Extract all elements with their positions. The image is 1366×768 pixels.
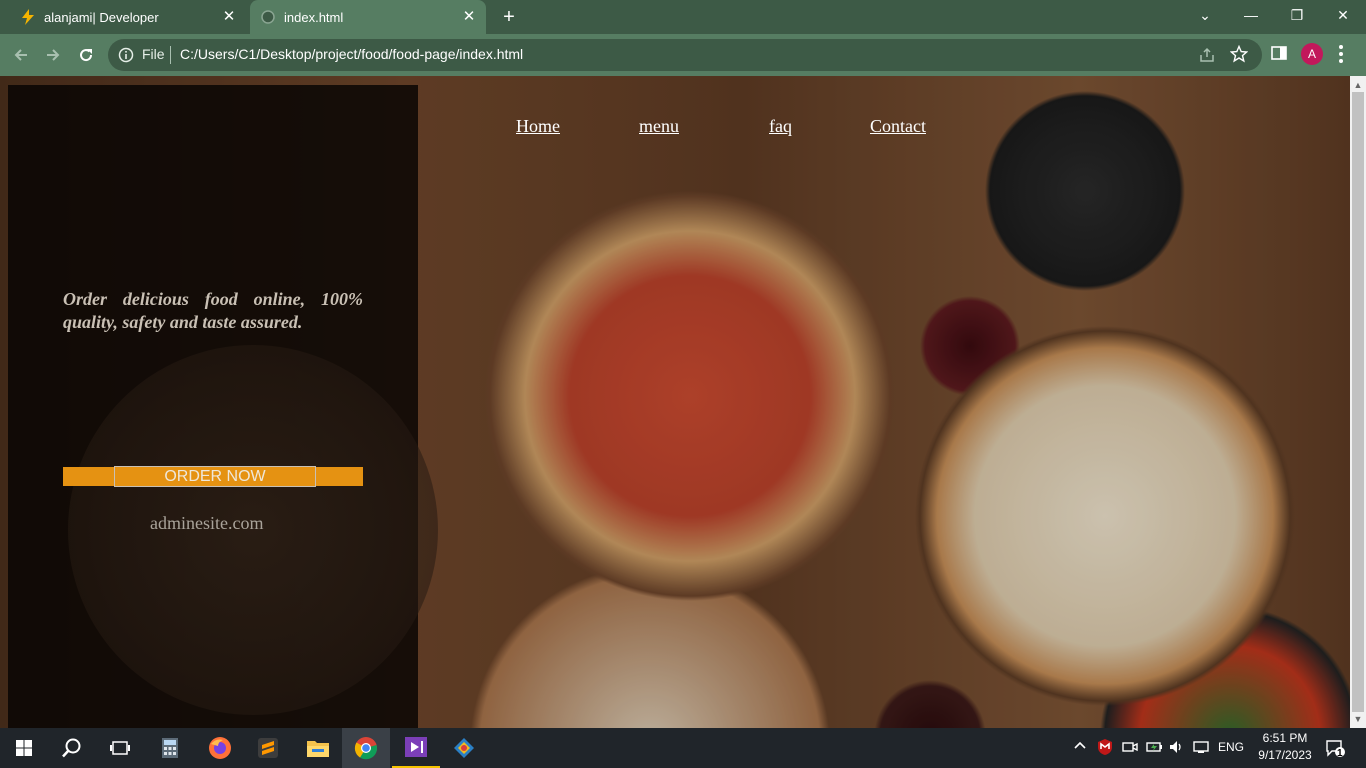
system-clock[interactable]: 6:51 PM 9/17/2023 [1250,730,1320,764]
tray-overflow-icon[interactable] [1073,738,1087,755]
avatar[interactable]: A [1301,43,1323,65]
tab-index[interactable]: index.html ✕ [250,0,486,34]
tab-search-button[interactable]: ⌄ [1182,0,1228,30]
network-icon[interactable] [1193,739,1209,758]
side-panel-icon[interactable] [1270,44,1288,62]
scrollbar-thumb[interactable] [1352,92,1364,712]
notification-count-badge: 1 [1337,748,1343,759]
bolt-icon [20,9,36,25]
close-window-button[interactable]: ✕ [1320,0,1366,30]
site-name: adminesite.com [150,513,264,533]
share-icon[interactable] [1198,46,1216,64]
hero-tagline: Order delicious food online, 100% qualit… [63,289,363,332]
minimize-button[interactable]: — [1228,0,1274,30]
nav-link-faq[interactable]: faq [769,116,792,137]
tab-alanjami[interactable]: alanjami| Developer ✕ [8,0,246,34]
url-text[interactable]: C:/Users/C1/Desktop/project/food/food-pa… [180,46,523,62]
vertical-scrollbar[interactable]: ▲ ▼ [1350,76,1366,728]
calculator-icon[interactable] [146,728,194,768]
chrome-icon[interactable] [342,728,390,768]
url-scheme: File [142,46,165,62]
order-now-button[interactable]: ORDER NOW [114,466,316,487]
visual-studio-icon[interactable] [392,728,440,768]
nav-link-menu[interactable]: menu [639,116,679,137]
firefox-icon[interactable] [196,728,244,768]
git-icon[interactable] [440,728,488,768]
tab-title: index.html [284,9,344,25]
tab-close-icon[interactable]: ✕ [220,8,238,26]
browser-toolbar: File C:/Users/C1/Desktop/project/food/fo… [0,34,1366,76]
meet-now-icon[interactable] [1122,739,1138,758]
scroll-up-arrow-icon[interactable]: ▲ [1353,80,1363,90]
forward-icon[interactable] [40,42,66,68]
mcafee-shield-icon[interactable] [1097,738,1113,759]
task-view-icon[interactable] [96,728,144,768]
address-bar[interactable]: File C:/Users/C1/Desktop/project/food/fo… [108,39,1262,71]
battery-charging-icon[interactable] [1146,739,1164,758]
clock-time: 6:51 PM [1262,731,1308,745]
language-indicator[interactable]: ENG [1218,740,1244,754]
tab-title: alanjami| Developer [44,9,159,25]
search-icon[interactable] [48,728,96,768]
restore-button[interactable]: ❐ [1274,0,1320,30]
reload-icon[interactable] [73,42,99,68]
nav-link-home[interactable]: Home [516,116,560,137]
nav-link-contact[interactable]: Contact [870,116,926,137]
back-icon[interactable] [8,42,34,68]
scroll-down-arrow-icon[interactable]: ▼ [1353,714,1363,724]
info-icon[interactable] [118,47,134,63]
volume-icon[interactable] [1168,739,1184,758]
page-viewport: Order delicious food online, 100% qualit… [0,76,1350,728]
tab-close-icon[interactable]: ✕ [460,8,478,26]
sublime-text-icon[interactable] [244,728,292,768]
file-explorer-icon[interactable] [294,728,342,768]
tab-strip: alanjami| Developer ✕ index.html ✕ + ⌄ —… [0,0,1366,34]
clock-date: 9/17/2023 [1258,748,1312,762]
hero-overlay-panel [8,85,438,728]
new-tab-button[interactable]: + [498,6,520,28]
divider [170,46,171,64]
windows-taskbar: ENG 6:51 PM 9/17/2023 1 [0,728,1366,768]
bookmark-star-icon[interactable] [1229,44,1249,63]
windows-start-icon[interactable] [0,728,48,768]
globe-icon [260,9,276,25]
menu-kebab-icon[interactable] [1336,42,1346,66]
